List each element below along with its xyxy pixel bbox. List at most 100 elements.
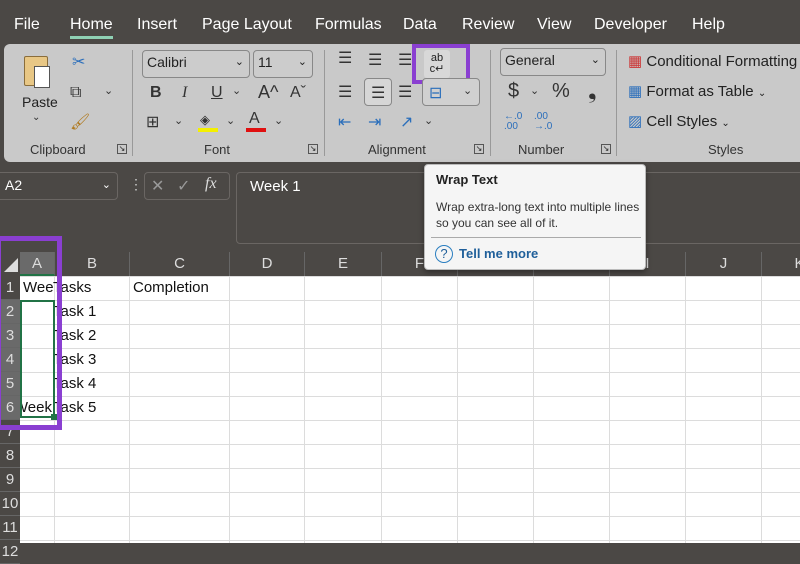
cell-b2[interactable]: Task 1 [53,300,125,324]
decrease-decimal-button[interactable]: .00 →.0 [534,112,556,132]
more-options-icon[interactable]: ⋮ [129,176,143,193]
tab-home[interactable]: Home [70,16,113,39]
formula-buttons: ✕ ✓ fx [144,172,230,200]
fill-chevron-icon[interactable]: ⌄ [226,114,235,127]
middle-align-icon[interactable]: ☰ [368,50,382,70]
fill-color-button[interactable]: ◈ [198,112,218,134]
row-header-8[interactable]: 8 [0,444,20,468]
cut-icon[interactable]: ✂ [72,52,85,72]
tooltip-title: Wrap Text [436,172,498,187]
orientation-chevron-icon[interactable]: ⌄ [424,114,433,127]
cell-c1[interactable]: Completion [133,276,253,300]
wrap-text-tooltip: Wrap Text Wrap extra-long text into mult… [424,164,646,270]
cell-grid[interactable] [20,276,800,543]
currency-chevron-icon[interactable]: ⌄ [530,84,539,97]
cell-styles-label: Cell Styles [646,113,718,130]
bottom-align-icon[interactable]: ☰ [398,50,412,70]
top-align-icon[interactable]: ☰ [338,48,352,68]
tab-view[interactable]: View [537,16,571,34]
increase-decimal-button[interactable]: ←.0 .00 [504,112,526,132]
font-launcher-icon[interactable]: ↘ [308,144,318,154]
gridline [229,276,230,543]
font-size-value: 11 [258,54,273,70]
column-header-c[interactable]: C [130,252,230,276]
column-a-highlight [0,236,62,430]
grow-font-button[interactable]: A^ [258,82,278,103]
paste-chevron-icon[interactable]: ⌄ [32,112,40,123]
align-right-icon[interactable]: ☰ [398,82,412,102]
wrap-text-button[interactable]: ab c↵ [424,50,450,78]
cell-styles-icon: ▨ [628,113,643,130]
cell-b3[interactable]: Task 2 [53,324,125,348]
format-as-table-label: Format as Table [646,83,754,100]
align-left-icon[interactable]: ☰ [338,82,352,102]
format-table-icon: ▦ [628,83,643,100]
column-header-b[interactable]: B [55,252,130,276]
tab-formulas[interactable]: Formulas [315,16,382,34]
paste-label[interactable]: Paste [22,94,58,110]
font-size-dropdown[interactable]: 11 ⌄ [253,50,313,78]
chevron-down-icon: ⌄ [590,54,600,66]
orientation-icon[interactable]: ↗ [400,112,413,132]
cell-b4[interactable]: Task 3 [53,348,125,372]
name-box[interactable]: A2 ⌄ [0,172,118,200]
cell-b6[interactable]: Task 5 [53,396,125,420]
row-header-9[interactable]: 9 [0,468,20,492]
currency-button[interactable]: $ [508,80,519,103]
italic-button[interactable]: I [182,84,187,102]
clipboard-launcher-icon[interactable]: ↘ [117,144,127,154]
column-header-e[interactable]: E [305,252,382,276]
borders-chevron-icon[interactable]: ⌄ [174,114,183,127]
underline-chevron-icon[interactable]: ⌄ [232,84,241,97]
styles-group-label: Styles [708,142,744,157]
number-launcher-icon[interactable]: ↘ [601,144,611,154]
chevron-down-icon: ⌄ [297,56,307,68]
font-name-dropdown[interactable]: Calibri ⌄ [142,50,250,78]
font-color-button[interactable]: A [246,110,266,134]
format-as-table-button[interactable]: ▦ Format as Table ⌄ [628,82,766,100]
row-header-12[interactable]: 12 [0,540,20,564]
row-header-11[interactable]: 11 [0,516,20,540]
align-center-button[interactable]: ☰ [364,78,392,106]
cell-styles-button[interactable]: ▨ Cell Styles ⌄ [628,112,730,130]
enter-icon[interactable]: ✓ [177,176,190,196]
copy-chevron-icon[interactable]: ⌄ [104,84,113,97]
gridline [685,276,686,543]
tab-developer[interactable]: Developer [594,16,667,34]
tab-file[interactable]: File [14,16,40,34]
shrink-font-button[interactable]: Aˇ [290,84,306,102]
tell-me-more-link[interactable]: ? Tell me more [435,245,538,263]
alignment-launcher-icon[interactable]: ↘ [474,144,484,154]
format-painter-icon[interactable]: 🖌 [70,112,90,132]
merge-center-button[interactable]: ⊟ ⌄ [422,78,480,106]
number-group-label: Number [518,142,565,157]
cell-b5[interactable]: Task 4 [53,372,125,396]
copy-icon[interactable]: ⧉ [70,84,81,102]
column-header-d[interactable]: D [230,252,305,276]
paste-button[interactable] [22,52,54,92]
cancel-icon[interactable]: ✕ [151,176,164,196]
tab-review[interactable]: Review [462,16,514,34]
tab-help[interactable]: Help [692,16,725,34]
bold-button[interactable]: B [150,84,162,102]
chevron-down-icon: ⌄ [234,56,244,68]
tab-page-layout[interactable]: Page Layout [202,16,292,34]
tab-data[interactable]: Data [403,16,437,34]
number-format-dropdown[interactable]: General ⌄ [500,48,606,76]
column-header-j[interactable]: J [686,252,762,276]
comma-button[interactable]: ❟ [588,78,597,104]
underline-button[interactable]: U [211,84,223,102]
alignment-group-label: Alignment [368,142,426,157]
borders-icon[interactable]: ⊞ [146,112,159,132]
conditional-formatting-button[interactable]: ▦ Conditional Formatting [628,52,797,70]
increase-indent-icon[interactable]: ⇥ [368,112,381,132]
chevron-down-icon: ⌄ [463,85,473,97]
font-color-chevron-icon[interactable]: ⌄ [274,114,283,127]
insert-function-icon[interactable]: fx [205,175,217,193]
tab-insert[interactable]: Insert [137,16,177,34]
column-header-k[interactable]: K [762,252,800,276]
decrease-indent-icon[interactable]: ⇤ [338,112,351,132]
row-header-10[interactable]: 10 [0,492,20,516]
percent-button[interactable]: % [552,80,570,103]
cell-b1[interactable]: Tasks [53,276,125,300]
